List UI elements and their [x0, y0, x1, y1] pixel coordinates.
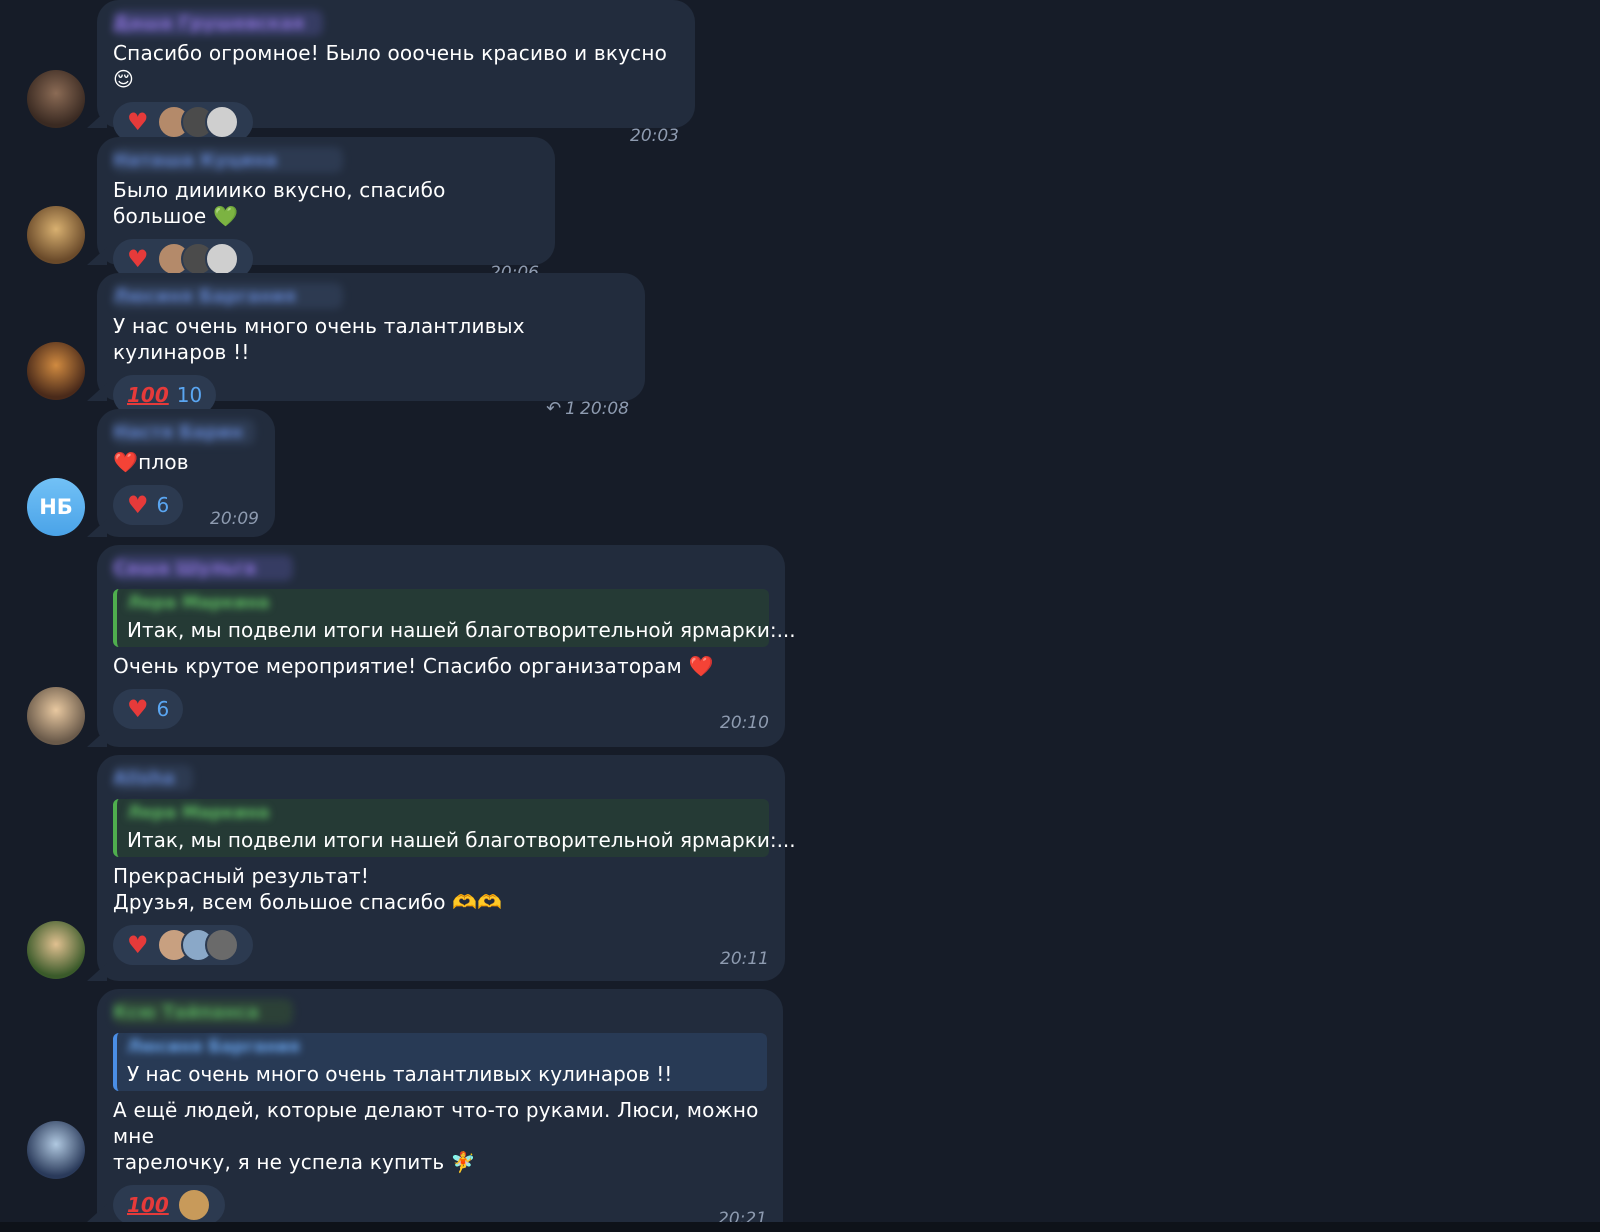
message-time: 20:09: [210, 509, 259, 529]
reply-sender: Лера Маркина: [127, 593, 270, 613]
avatar: [204, 105, 239, 139]
reaction-chip[interactable]: ♥ 6: [113, 689, 184, 729]
sender-name[interactable]: Наташа Куцина: [113, 147, 343, 173]
message-text: Было диииико вкусно, спасибо большое 💚: [113, 178, 446, 228]
hundred-icon: 100: [127, 1193, 169, 1217]
reaction-chip[interactable]: 100: [113, 1185, 225, 1225]
reply-text: Итак, мы подвели итоги нашей благотворит…: [127, 618, 796, 642]
message-text: У нас очень много очень талантливых кули…: [113, 314, 525, 364]
message-time: ↶ 1 20:08: [546, 398, 629, 419]
reply-sender: Лера Маркина: [127, 803, 270, 823]
reply-sender: Люсиня Баргания: [127, 1037, 300, 1057]
message-bubble[interactable]: Ксю Тайпанса Люсиня Баргания У нас очень…: [97, 989, 783, 1229]
avatar[interactable]: [27, 206, 85, 264]
reaction-chip[interactable]: ♥: [113, 925, 253, 965]
sender-name[interactable]: Настя Барин: [113, 419, 255, 445]
reaction-count: 10: [176, 383, 203, 407]
bottom-edge: [0, 1222, 1600, 1232]
avatar[interactable]: [27, 687, 85, 745]
message-text: ❤️плов: [113, 450, 189, 474]
avatar: [176, 1188, 211, 1222]
message-text-line-2: тарелочку, я не успела купить 🧚: [113, 1150, 476, 1174]
sender-name[interactable]: Даша Грушевская: [113, 10, 323, 36]
hundred-icon: 100: [127, 383, 169, 407]
reply-quote[interactable]: Лера Маркина Итак, мы подвели итоги наше…: [113, 589, 796, 647]
message-text-line-2: Друзья, всем большое спасибо 🫶🫶: [113, 890, 503, 914]
avatar: [204, 242, 239, 276]
reply-quote[interactable]: Лера Маркина Итак, мы подвели итоги наше…: [113, 799, 796, 857]
sender-name[interactable]: Alisha: [113, 765, 193, 791]
reply-count[interactable]: 1: [565, 399, 576, 419]
reply-text: Итак, мы подвели итоги нашей благотворит…: [127, 828, 796, 852]
reactor-avatars: [156, 242, 239, 276]
message-text-line-1: Прекрасный результат!: [113, 864, 370, 888]
reaction-count: 6: [156, 697, 170, 721]
message-time: 20:10: [720, 713, 769, 733]
reply-arrow-icon: ↶: [546, 398, 562, 419]
message-text-line-1: А ещё людей, которые делают что-то рукам…: [113, 1098, 759, 1148]
heart-icon: ♥: [127, 695, 149, 723]
heart-icon: ♥: [127, 931, 149, 959]
avatar[interactable]: [27, 342, 85, 400]
message-bubble[interactable]: Даша Грушевская Спасибо огромное! Было о…: [97, 0, 695, 146]
avatar[interactable]: НБ: [27, 478, 85, 536]
message-time: 20:03: [630, 126, 679, 146]
heart-icon: ♥: [127, 245, 149, 273]
reaction-chip[interactable]: ♥ 6: [113, 485, 184, 525]
reaction-count: 6: [156, 493, 170, 517]
reactor-avatars: [176, 1188, 211, 1222]
heart-icon: ♥: [127, 108, 149, 136]
message-bubble[interactable]: Настя Барин ❤️плов ♥ 6 20:09: [97, 409, 275, 537]
message-bubble[interactable]: Alisha Лера Маркина Итак, мы подвели ито…: [97, 755, 796, 981]
reply-text: У нас очень много очень талантливых кули…: [127, 1062, 673, 1086]
avatar[interactable]: [27, 921, 85, 979]
avatar[interactable]: [27, 1121, 85, 1179]
reply-quote[interactable]: Люсиня Баргания У нас очень много очень …: [113, 1033, 767, 1091]
avatar: [204, 928, 239, 962]
sender-name[interactable]: Люсиня Баргания: [113, 283, 343, 309]
message-bubble[interactable]: Саша Шульга Лера Маркина Итак, мы подвел…: [97, 545, 796, 747]
sender-name[interactable]: Саша Шульга: [113, 555, 293, 581]
message-text: Спасибо огромное! Было ооочень красиво и…: [113, 41, 668, 91]
message-bubble[interactable]: Наташа Куцина Было диииико вкусно, спаси…: [97, 137, 555, 283]
avatar[interactable]: [27, 70, 85, 128]
message-text: Очень крутое мероприятие! Спасибо органи…: [113, 654, 714, 678]
message-time: 20:11: [720, 949, 769, 969]
sender-name[interactable]: Ксю Тайпанса: [113, 999, 293, 1025]
reactor-avatars: [156, 105, 239, 139]
reactor-avatars: [156, 928, 239, 962]
reaction-chip[interactable]: ♥: [113, 102, 253, 142]
heart-icon: ♥: [127, 491, 149, 519]
message-bubble[interactable]: Люсиня Баргания У нас очень много очень …: [97, 273, 645, 419]
